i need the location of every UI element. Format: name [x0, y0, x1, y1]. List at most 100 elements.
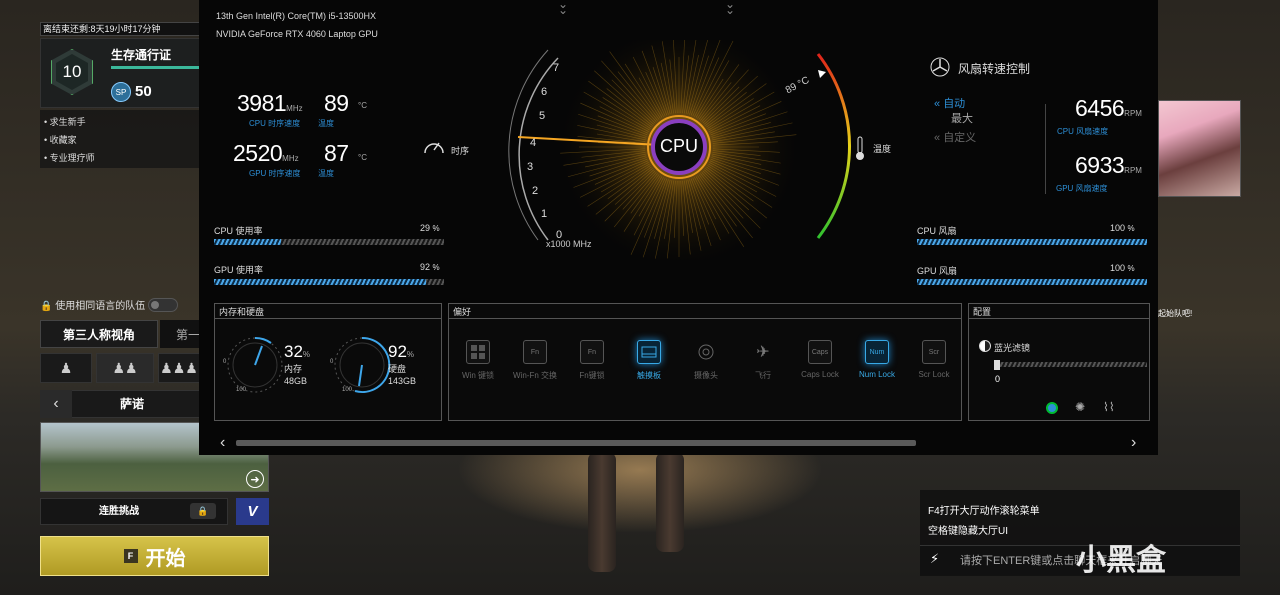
camera-icon: [694, 340, 718, 364]
cpu-fan-pct: 100 %: [1110, 223, 1135, 233]
solo-button[interactable]: ♟: [40, 353, 92, 383]
list-item[interactable]: • 求生新手: [44, 113, 196, 131]
pref-num-lock-button[interactable]: Num Num Lock: [850, 340, 904, 381]
duo-button[interactable]: ♟♟: [96, 353, 154, 383]
speedometer-icon: [422, 135, 446, 162]
pref-win-fn-swap-button[interactable]: Fn Win-Fn 交换: [508, 340, 562, 381]
clock-label: 时序: [451, 146, 470, 156]
list-item[interactable]: • 专业理疗师: [44, 149, 196, 167]
pass-title: 生存通行证: [111, 48, 172, 62]
bolt-icon[interactable]: ⚡: [930, 551, 939, 567]
pref-camera-button[interactable]: 摄像头: [679, 340, 733, 381]
squad-button[interactable]: ♟♟♟: [158, 353, 200, 383]
gauge-tick-label: 4: [530, 137, 537, 149]
character-legs: [580, 452, 700, 592]
pref-label: 触摸板: [637, 371, 661, 380]
gpu-fan-fill: [917, 279, 1147, 285]
survivor-pass-card[interactable]: 10 生存通行证 SP 50: [40, 38, 201, 108]
same-language-toggle[interactable]: [148, 298, 178, 312]
mission-list: • 求生新手 • 收藏家 • 专业理疗师: [40, 110, 200, 168]
cpu-fan-rpm: 6456: [1075, 95, 1125, 121]
moon-icon[interactable]: [1046, 402, 1058, 414]
v-button[interactable]: V: [236, 498, 269, 525]
fan-mode-max[interactable]: 最大: [951, 110, 973, 126]
bluelight-slider-handle[interactable]: [994, 360, 1000, 370]
start-label: 开始: [145, 547, 186, 570]
cpu-freq-unit: MHz: [286, 104, 303, 113]
pref-label: Num Lock: [858, 370, 895, 379]
pref-label: 飞行: [755, 371, 771, 380]
gauge-tick-label: 7: [553, 62, 560, 74]
cpu-temp: 89: [324, 90, 349, 116]
disk-pct-block: 92%: [388, 342, 415, 361]
sp-value: 50: [135, 83, 152, 100]
gauge-unit: x1000 MHz: [546, 239, 592, 249]
gauge-tick-label: 5: [539, 110, 546, 122]
start-button[interactable]: F 开始: [40, 536, 269, 576]
scroll-right-icon[interactable]: ›: [1131, 434, 1136, 452]
arrow-right-icon[interactable]: ➜: [246, 470, 264, 488]
memory-size: 48GB: [284, 376, 308, 386]
rpm-unit: RPM: [1124, 109, 1142, 118]
list-item[interactable]: • 收藏家: [44, 131, 196, 149]
lock-icon: 🔒: [190, 503, 216, 519]
gpu-fan-rpm: 6933: [1075, 152, 1125, 178]
start-key: F: [123, 549, 138, 563]
scroll-left-icon[interactable]: ‹: [220, 434, 225, 452]
streamer-portrait: [1158, 100, 1241, 197]
pref-caps-lock-button[interactable]: Caps Caps Lock: [793, 340, 847, 381]
divider: [1045, 104, 1046, 194]
cpu-usage-value: 29 %: [420, 223, 440, 233]
cpu-freq-label: CPU 时序速度: [249, 119, 301, 128]
pref-scroll-lock-button[interactable]: Scr Scr Lock: [907, 340, 961, 381]
sun-icon[interactable]: ✺: [1075, 400, 1085, 414]
chevron-down-icon[interactable]: ⌄ ⌄: [725, 0, 735, 16]
pref-label: Caps Lock: [801, 370, 839, 379]
pref-airplane-button[interactable]: ✈ 飞行: [736, 340, 790, 381]
pref-touchpad-button[interactable]: 触摸板: [622, 340, 676, 381]
bluelight-slider[interactable]: [997, 362, 1147, 367]
pref-fn-lock-button[interactable]: Fn Fn键锁: [565, 340, 619, 381]
memory-disk-title: 内存和硬盘: [219, 307, 265, 317]
gpu-fan-bar: [917, 279, 1147, 285]
double-chevron-left-icon: «: [934, 132, 941, 144]
memory-dial-min: 0: [223, 359, 227, 365]
chat-line: 空格键隐藏大厅UI: [928, 526, 1008, 537]
memory-dial-max: 100: [236, 387, 247, 393]
pass-progress: [111, 66, 201, 69]
cpu-freq: 3981: [237, 90, 287, 116]
cpu-temp-unit: °C: [358, 101, 367, 110]
cpu-model: 13th Gen Intel(R) Core(TM) i5-13500HX: [216, 11, 377, 21]
wave-icon[interactable]: ⌇⌇: [1103, 400, 1115, 414]
cpu-usage-label: CPU 使用率: [214, 226, 263, 236]
fan-mode-auto[interactable]: « 自动: [934, 95, 965, 111]
win-key-icon: [466, 340, 490, 364]
gpu-temp-unit: °C: [358, 153, 367, 162]
gauge-center-label: CPU: [660, 136, 699, 156]
gpu-freq-block: 2520MHz: [233, 140, 299, 167]
cpu-usage-fill: [214, 239, 281, 245]
cpu-fan-rpm-block: 6456RPM: [1075, 95, 1142, 122]
duo-icon: ♟♟: [112, 359, 138, 376]
gpu-model: NVIDIA GeForce RTX 4060 Laptop GPU: [216, 29, 378, 39]
caps-lock-icon: Caps: [808, 340, 832, 364]
fpp-button[interactable]: 第一: [160, 320, 200, 348]
chat-peek-text: 起始队吧!: [1158, 309, 1193, 318]
pass-level-badge: 10: [51, 49, 93, 95]
lock-icon: 🔒: [40, 301, 53, 312]
pref-win-key-button[interactable]: Win 键锁: [451, 340, 505, 381]
cpu-fan-label: CPU 风扇速度: [1057, 127, 1109, 136]
chat-line: F4打开大厅动作滚轮菜单: [928, 506, 1040, 517]
horizontal-scrollbar[interactable]: [236, 440, 916, 446]
tpp-button[interactable]: 第三人称视角: [40, 320, 158, 348]
scroll-lock-icon: Scr: [922, 340, 946, 364]
map-prev-button[interactable]: ‹: [40, 390, 72, 418]
gpu-usage-value: 92 %: [420, 262, 440, 272]
chevron-left-icon: ‹: [53, 395, 59, 412]
cpu-fan-fill: [917, 239, 1147, 245]
chevron-down-icon[interactable]: ⌄ ⌄: [558, 0, 568, 16]
gauge-tick-label: 3: [527, 161, 534, 173]
fan-mode-custom[interactable]: « 自定义: [934, 129, 976, 145]
gpu-fan-label: GPU 风扇速度: [1056, 184, 1108, 193]
cpu-temp-block: 89: [324, 90, 349, 117]
